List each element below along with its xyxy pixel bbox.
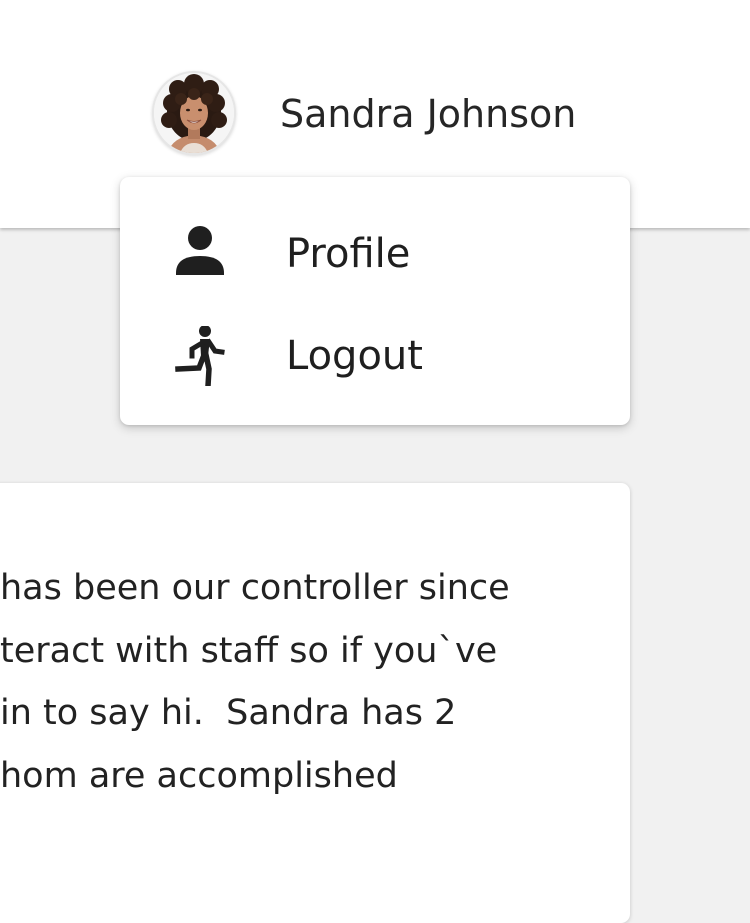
menu-item-profile[interactable]: Profile (120, 209, 630, 299)
bio-line: has been our controller since (0, 568, 510, 608)
menu-item-profile-label: Profile (286, 231, 411, 277)
menu-item-logout[interactable]: Logout (120, 311, 630, 401)
bio-line: hom are accomplished (0, 755, 398, 796)
bio-text: has been our controller since teract wit… (0, 557, 630, 807)
bio-line: teract with staff so if you`ve (0, 630, 498, 671)
user-dropdown-menu: Profile Logout (120, 177, 630, 425)
menu-item-logout-label: Logout (286, 333, 423, 379)
bio-line: in to say hi. Sandra has 2 (0, 693, 457, 733)
user-avatar[interactable] (152, 71, 236, 155)
person-icon (172, 224, 232, 284)
bio-card: has been our controller since teract wit… (0, 483, 630, 923)
running-person-icon (172, 326, 232, 386)
user-name[interactable]: Sandra Johnson (280, 90, 576, 138)
avatar-photo-icon (154, 73, 234, 153)
